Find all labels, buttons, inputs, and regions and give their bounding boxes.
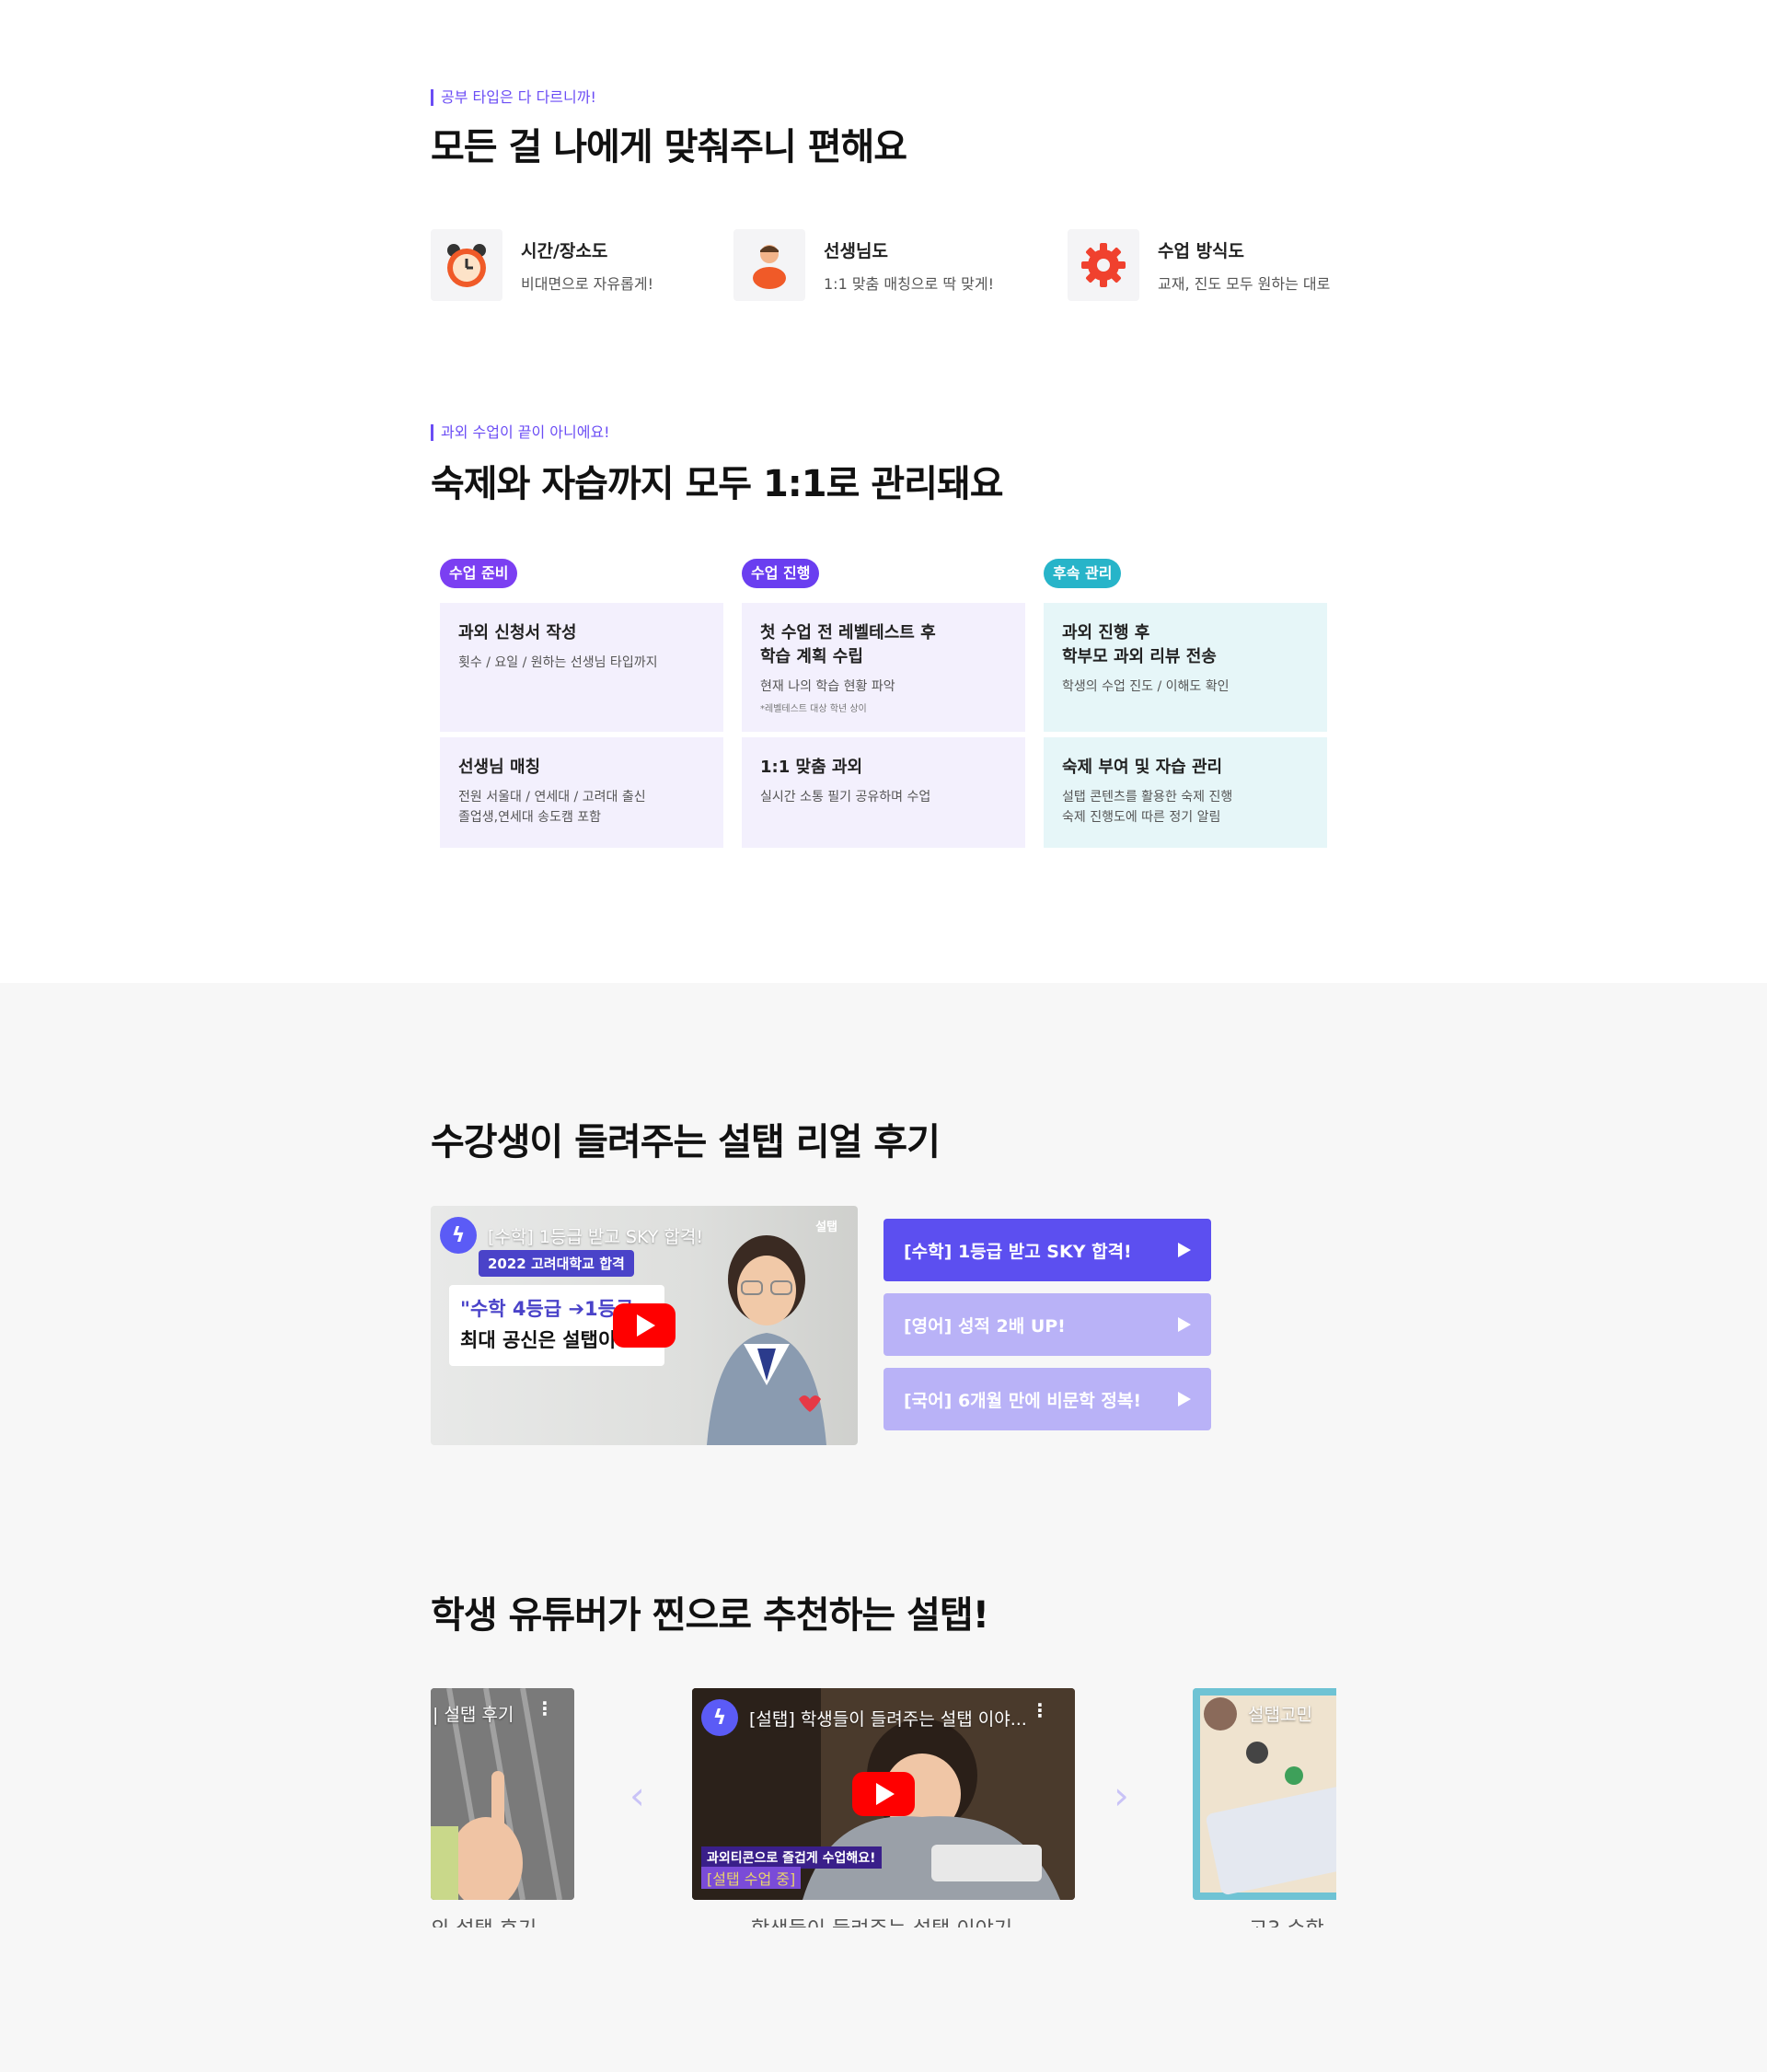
feature-title: 선생님도 — [824, 240, 888, 261]
feature-desc: 교재, 진도 모두 원하는 대로 — [1158, 274, 1331, 293]
review-list-label: [수학] 1등급 받고 SKY 합격! — [904, 1241, 1132, 1262]
card-title: 학습 계획 수립 — [760, 647, 863, 666]
thumb-caption: 학생들이 들려주는 설탭 이야기 — [751, 1913, 1012, 1927]
carousel-prev-arrow-icon[interactable]: ‹ — [629, 1773, 645, 1818]
card-title: 숙제 부여 및 자습 관리 — [1062, 758, 1223, 777]
card-desc: 전원 서울대 / 연세대 / 고려대 출신 — [458, 790, 646, 804]
youtuber-video-thumb[interactable]: | 설탭 후기 ⋮ — [431, 1688, 574, 1900]
brand-label: 설탭 — [815, 1221, 837, 1234]
youtuber-video-thumb[interactable]: ϟ [설탭] 학생들이 들려주는 설탭 이야... ⋮ 과외티콘으로 즐겁게 수… — [692, 1688, 1075, 1900]
step-card: 숙제 부여 및 자습 관리 설탭 콘텐츠를 활용한 숙제 진행 숙제 진행도에 … — [1044, 737, 1327, 848]
video-title: [수학] 1등급 받고 SKY 합격! — [488, 1226, 703, 1247]
youtube-play-icon[interactable] — [613, 1303, 676, 1348]
card-desc: 숙제 진행도에 따른 정기 알림 — [1062, 810, 1221, 825]
card-desc: 설탭 콘텐츠를 활용한 숙제 진행 — [1062, 790, 1233, 804]
feature-item: 수업 방식도 교재, 진도 모두 원하는 대로 — [1068, 229, 1330, 301]
section-title: 모든 걸 나에게 맞춰주니 편해요 — [431, 126, 907, 168]
feature-item: 선생님도 1:1 맞춤 매칭으로 딱 맞게! — [733, 229, 994, 301]
thumb-title: | 설탭 후기 — [433, 1705, 514, 1725]
channel-avatar — [1204, 1697, 1237, 1731]
channel-logo-icon: ϟ — [701, 1699, 738, 1736]
step-card: 과외 신청서 작성 횟수 / 요일 / 원하는 선생님 타입까지 — [440, 603, 723, 732]
play-arrow-icon — [1178, 1392, 1191, 1406]
card-desc: 횟수 / 요일 / 원하는 선생님 타입까지 — [458, 655, 658, 670]
step-pill: 수업 준비 — [440, 559, 518, 588]
card-title: 1:1 맞춤 과외 — [760, 758, 863, 777]
card-note: *레벨테스트 대상 학년 상이 — [760, 704, 867, 714]
step-column-prepare: 수업 준비 과외 신청서 작성 횟수 / 요일 / 원하는 선생님 타입까지 선… — [440, 559, 723, 848]
video-badge: 2022 고려대학교 합격 — [479, 1250, 634, 1277]
reviews-section: 수강생이 들려주는 설탭 리얼 후기 — [431, 1112, 1336, 1165]
section-eyebrow: 과외 수업이 끝이 아니에요! — [431, 424, 610, 441]
carousel-next-arrow-icon[interactable]: › — [1114, 1773, 1129, 1818]
video-header: ϟ [수학] 1등급 받고 SKY 합격! — [440, 1217, 703, 1254]
thumb-title: [설탭] 학생들이 들려주는 설탭 이야... — [749, 1708, 1027, 1730]
more-menu-icon[interactable]: ⋮ — [536, 1697, 554, 1719]
step-pill: 수업 진행 — [742, 559, 820, 588]
alarm-clock-icon — [431, 229, 502, 301]
teacher-icon — [733, 229, 805, 301]
step-column-progress: 수업 진행 첫 수업 전 레벨테스트 후 학습 계획 수립 현재 나의 학습 현… — [742, 559, 1025, 848]
feature-row: 시간/장소도 비대면으로 자유롭게! 선생님도 1:1 맞춤 매칭으로 딱 맞게… — [431, 229, 1336, 303]
play-arrow-icon — [1178, 1243, 1191, 1257]
student-photo — [707, 1235, 826, 1445]
section-eyebrow: 공부 타입은 다 다르니까! — [431, 89, 596, 106]
fit-section: 공부 타입은 다 다르니까! 모든 걸 나에게 맞춰주니 편해요 시간/장소도 … — [431, 88, 1336, 303]
play-arrow-icon — [1178, 1317, 1191, 1332]
review-video-player[interactable]: ϟ [수학] 1등급 받고 SKY 합격! 설탭 2022 고려대학교 합격 "… — [431, 1206, 858, 1445]
youtube-play-icon[interactable] — [852, 1772, 915, 1816]
thumb-caption: 의 설탭 후기 — [431, 1913, 537, 1927]
step-card: 선생님 매칭 전원 서울대 / 연세대 / 고려대 출신 졸업생,연세대 송도캠… — [440, 737, 723, 848]
more-menu-icon[interactable]: ⋮ — [1031, 1699, 1049, 1721]
youtuber-carousel: | 설탭 후기 ⋮ 의 설탭 후기 ϟ [설탭] 학생들이 들려주는 설탭 이야… — [431, 1688, 1336, 1927]
video-header: ϟ [설탭] 학생들이 들려주는 설탭 이야... — [701, 1699, 1027, 1736]
feature-item: 시간/장소도 비대면으로 자유롭게! — [431, 229, 653, 301]
feature-desc: 1:1 맞춤 매칭으로 딱 맞게! — [824, 274, 994, 293]
steps-grid: 수업 준비 과외 신청서 작성 횟수 / 요일 / 원하는 선생님 타입까지 선… — [431, 559, 1336, 862]
section-title: 숙제와 자습까지 모두 1:1로 관리돼요 — [431, 463, 1004, 505]
step-card: 첫 수업 전 레벨테스트 후 학습 계획 수립 현재 나의 학습 현황 파악 *… — [742, 603, 1025, 732]
overlay-text: 과외티콘으로 즐겁게 수업해요! — [701, 1846, 882, 1869]
feature-title: 시간/장소도 — [521, 240, 608, 261]
review-list-label: [국어] 6개월 만에 비문학 정복! — [904, 1390, 1141, 1411]
step-pill: 후속 관리 — [1044, 559, 1122, 588]
card-desc: 현재 나의 학습 현황 파악 — [760, 679, 895, 694]
youtubers-section: 학생 유튜버가 찐으로 추천하는 설탭! — [431, 1585, 1336, 1638]
card-desc: 실시간 소통 필기 공유하며 수업 — [760, 790, 931, 804]
thumb-caption: 고3 수학 — [1249, 1913, 1324, 1927]
section-title: 수강생이 들려주는 설탭 리얼 후기 — [431, 1121, 941, 1163]
review-list-label: [영어] 성적 2배 UP! — [904, 1315, 1066, 1337]
review-list-item-korean[interactable]: [국어] 6개월 만에 비문학 정복! — [884, 1368, 1211, 1430]
card-title: 선생님 매칭 — [458, 758, 541, 777]
youtuber-video-thumb[interactable]: 설탭고민 — [1193, 1688, 1336, 1900]
review-list-item-english[interactable]: [영어] 성적 2배 UP! — [884, 1293, 1211, 1356]
card-desc: 졸업생,연세대 송도캠 포함 — [458, 810, 602, 825]
step-column-follow: 후속 관리 과외 진행 후 학부모 과외 리뷰 전송 학생의 수업 진도 / 이… — [1044, 559, 1327, 848]
review-list-item-math[interactable]: [수학] 1등급 받고 SKY 합격! — [884, 1219, 1211, 1281]
manage-section: 과외 수업이 끝이 아니에요! 숙제와 자습까지 모두 1:1로 관리돼요 수업… — [431, 423, 1336, 862]
gear-icon — [1068, 229, 1139, 301]
feature-title: 수업 방식도 — [1158, 240, 1245, 261]
step-card: 1:1 맞춤 과외 실시간 소통 필기 공유하며 수업 — [742, 737, 1025, 848]
card-desc: 학생의 수업 진도 / 이해도 확인 — [1062, 679, 1230, 694]
overlay-text: [설탭 수업 중] — [701, 1867, 802, 1889]
card-title: 과외 신청서 작성 — [458, 623, 577, 642]
step-card: 과외 진행 후 학부모 과외 리뷰 전송 학생의 수업 진도 / 이해도 확인 — [1044, 603, 1327, 732]
thumb-title: 설탭고민 — [1248, 1705, 1312, 1725]
card-title: 학부모 과외 리뷰 전송 — [1062, 647, 1217, 666]
channel-logo-icon: ϟ — [440, 1217, 477, 1254]
section-title: 학생 유튜버가 찐으로 추천하는 설탭! — [431, 1594, 989, 1637]
card-title: 과외 진행 후 — [1062, 623, 1150, 642]
card-title: 첫 수업 전 레벨테스트 후 — [760, 623, 936, 642]
feature-desc: 비대면으로 자유롭게! — [521, 274, 653, 293]
